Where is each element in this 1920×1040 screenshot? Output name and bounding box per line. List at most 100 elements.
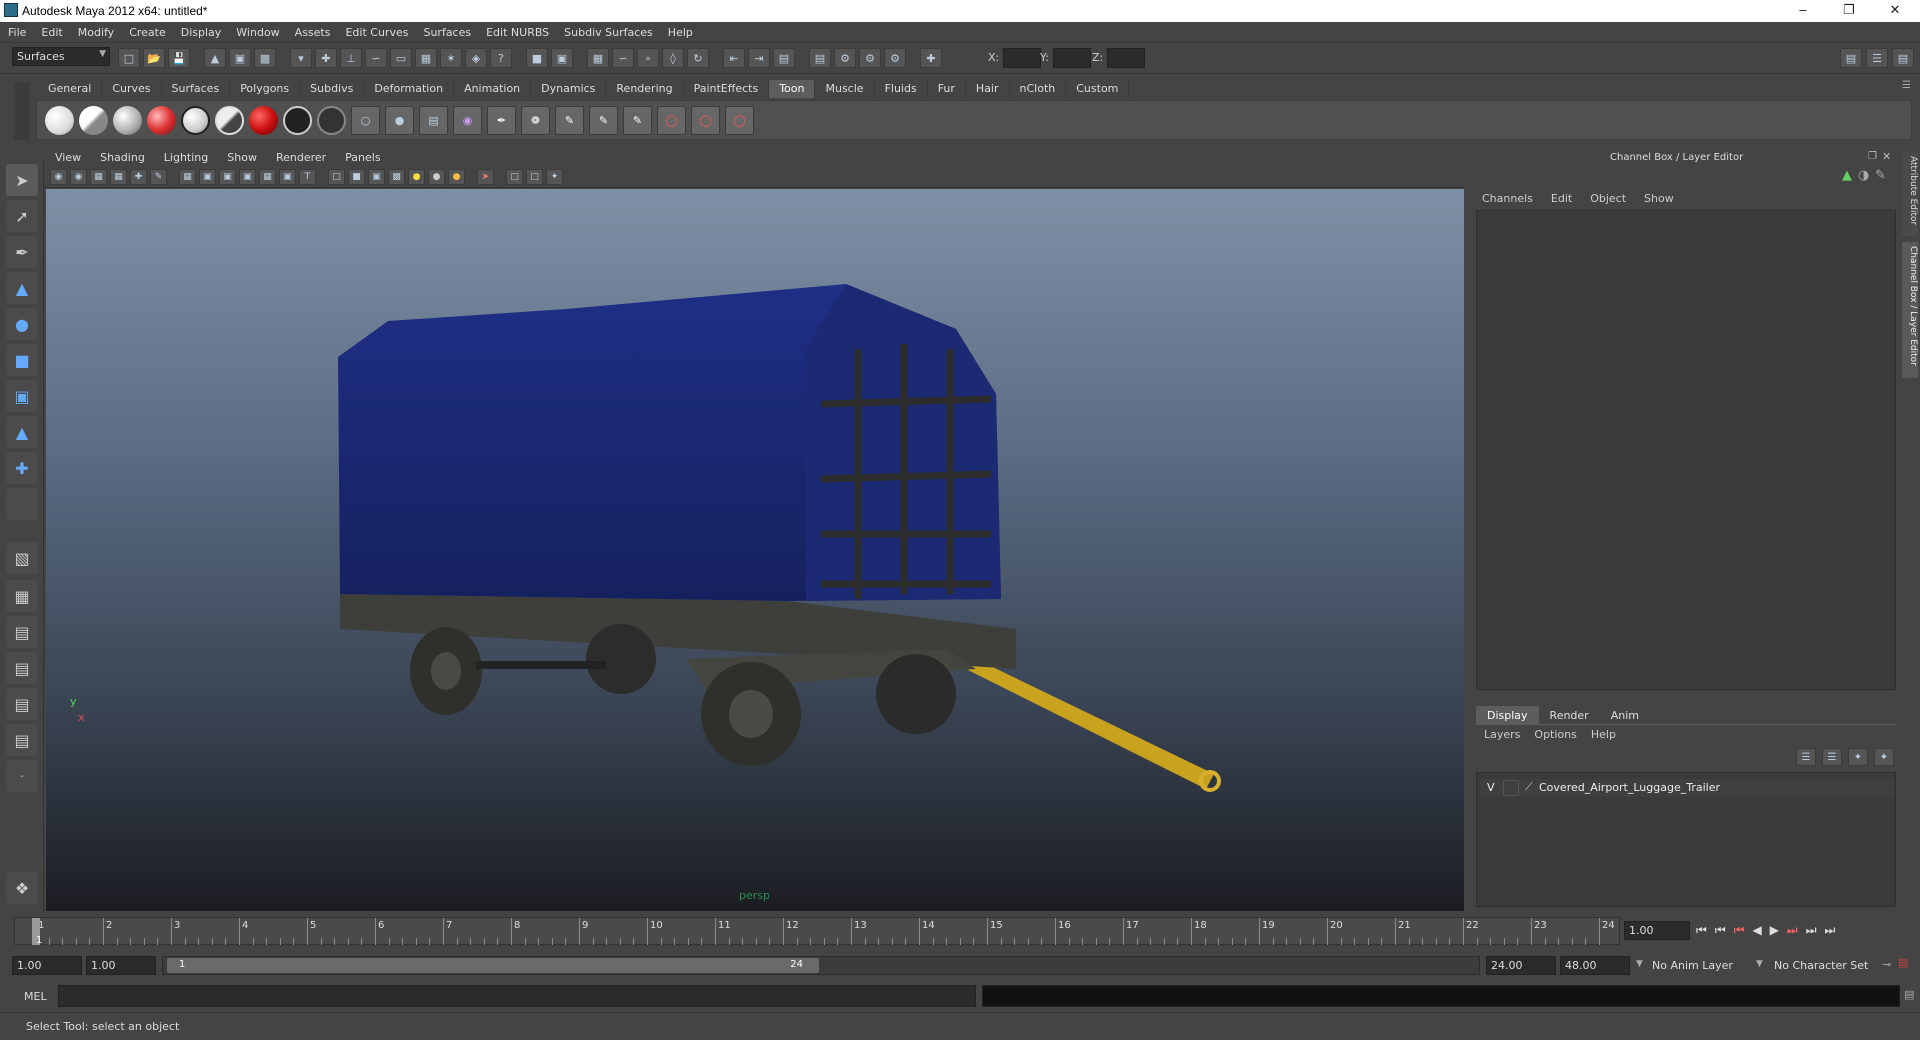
select-camera-icon[interactable]: ◉ <box>50 169 67 185</box>
perspective-viewport[interactable]: y x persp <box>46 189 1464 911</box>
select-dynamics-icon[interactable]: ✶ <box>440 48 462 68</box>
panel-menu-shading[interactable]: Shading <box>89 148 153 164</box>
select-deformers-icon[interactable]: ▦ <box>415 48 437 68</box>
attribute-editor-side-tab[interactable]: Attribute Editor <box>1902 152 1918 236</box>
xray-joints-icon[interactable]: □ <box>526 169 543 185</box>
new-layer-icon[interactable]: ✦ <box>1848 748 1868 766</box>
y-field[interactable] <box>1052 48 1091 68</box>
gate-mask-icon[interactable]: ▣ <box>239 169 256 185</box>
lock-selection-icon[interactable]: ■ <box>526 48 548 68</box>
play-forwards-icon[interactable]: ▶ <box>1770 923 1779 938</box>
safe-title-icon[interactable]: T <box>299 169 316 185</box>
command-input[interactable] <box>58 985 976 1007</box>
toon-rim-light-icon[interactable] <box>249 105 278 135</box>
shelf-tab-dynamics[interactable]: Dynamics <box>531 80 607 98</box>
toon-brush-2-icon[interactable]: ❁ <box>521 105 550 135</box>
grid-icon[interactable]: ▦ <box>179 169 196 185</box>
panel-menu-renderer[interactable]: Renderer <box>265 148 334 164</box>
grease-pencil-icon[interactable]: ✎ <box>150 169 167 185</box>
menu-surfaces[interactable]: Surfaces <box>415 22 478 39</box>
time-slider-track[interactable]: 1 2 3 4 5 6 7 8 9 10 11 12 13 14 15 16 17 18 19 20 21 22 23 24 <box>14 917 1620 945</box>
ipr-render-icon[interactable]: ⚙ <box>859 48 881 68</box>
channel-menu-channels[interactable]: Channels <box>1482 192 1533 205</box>
channel-box-options-icon[interactable]: ◑ <box>1858 168 1869 183</box>
x-field[interactable] <box>1003 48 1042 68</box>
reverse-normals-icon[interactable]: ▤ <box>419 105 448 135</box>
close-dock-icon[interactable]: ✕ <box>1882 150 1891 163</box>
toon-xray-icon[interactable] <box>283 105 312 135</box>
char-set-dropdown-arrow-icon[interactable]: ▼ <box>1756 959 1763 969</box>
shadows-icon[interactable]: ● <box>428 169 445 185</box>
move-layer-down-icon[interactable]: ☰ <box>1822 748 1842 766</box>
high-quality-icon[interactable]: ● <box>448 169 465 185</box>
shelf-options-icon[interactable]: ☰ <box>1902 80 1911 91</box>
toon-brush-1-icon[interactable]: ✒ <box>487 105 516 135</box>
z-field[interactable] <box>1107 48 1146 68</box>
resolution-gate-icon[interactable]: ▣ <box>219 169 236 185</box>
open-scene-icon[interactable]: 📂 <box>143 48 165 68</box>
shelf-tab-fluids[interactable]: Fluids <box>875 80 928 98</box>
manipulator-tool-icon[interactable]: ▣ <box>6 380 38 412</box>
go-to-start-icon[interactable]: ⏮ <box>1696 923 1707 938</box>
use-all-lights-icon[interactable]: ● <box>408 169 425 185</box>
anim-layer-dropdown-arrow-icon[interactable]: ▼ <box>1636 959 1643 969</box>
step-forward-frame-icon[interactable]: ⏭ <box>1787 923 1798 938</box>
menu-edit-curves[interactable]: Edit Curves <box>337 22 415 39</box>
menu-assets[interactable]: Assets <box>287 22 338 39</box>
menu-file[interactable]: File <box>0 22 33 39</box>
transform-mode-icon[interactable]: ✚ <box>920 48 942 68</box>
layer-tab-display[interactable]: Display <box>1476 706 1539 724</box>
field-chart-icon[interactable]: ▦ <box>259 169 276 185</box>
select-curves-icon[interactable]: ∽ <box>365 48 387 68</box>
playback-end-field[interactable]: 24.00 <box>1486 956 1556 975</box>
save-scene-icon[interactable]: 💾 <box>168 48 190 68</box>
playback-start-field[interactable]: 1.00 <box>86 956 156 975</box>
auto-key-icon[interactable]: ⊸ <box>1882 958 1891 971</box>
toon-brush-5-icon[interactable]: ✎ <box>623 105 652 135</box>
shelf-tab-animation[interactable]: Animation <box>454 80 532 98</box>
select-misc-icon[interactable]: ? <box>490 48 512 68</box>
current-frame-field[interactable]: 1.00 <box>1624 921 1690 940</box>
command-language-label[interactable]: MEL <box>24 990 47 1003</box>
shelf-tab-fur[interactable]: Fur <box>928 80 966 98</box>
show-manipulator-icon[interactable]: ✚ <box>6 452 38 484</box>
assign-outline-icon[interactable]: ○ <box>351 105 380 135</box>
step-back-frame-icon[interactable]: ⏮ <box>1734 923 1745 938</box>
channel-menu-edit[interactable]: Edit <box>1551 192 1572 205</box>
channel-menu-object[interactable]: Object <box>1590 192 1626 205</box>
output-ops-icon[interactable]: ⇥ <box>748 48 770 68</box>
new-scene-icon[interactable]: □ <box>118 48 140 68</box>
shelf-tab-curves[interactable]: Curves <box>102 80 162 98</box>
toon-circle-highlight-icon[interactable] <box>181 105 210 135</box>
highlight-selection-icon[interactable]: ▣ <box>551 48 573 68</box>
menu-create[interactable]: Create <box>121 22 173 39</box>
layer-row[interactable]: V ⟋ Covered_Airport_Luggage_Trailer <box>1481 779 1893 797</box>
menu-modify[interactable]: Modify <box>70 22 121 39</box>
shelf-tab-deformation[interactable]: Deformation <box>364 80 455 98</box>
remove-outline-icon[interactable]: ● <box>385 105 414 135</box>
character-set-selector[interactable]: No Character Set <box>1774 959 1868 972</box>
restore-button[interactable]: ❐ <box>1826 0 1872 22</box>
animation-start-field[interactable]: 1.00 <box>12 956 82 975</box>
toon-lips-3-icon[interactable]: ◯ <box>725 105 754 135</box>
toggle-attribute-editor-icon[interactable]: ▤ <box>1840 48 1862 68</box>
move-layer-up-icon[interactable]: ☰ <box>1796 748 1816 766</box>
toggle-channel-box-icon[interactable]: ▤ <box>1892 48 1914 68</box>
layer-tab-anim[interactable]: Anim <box>1600 706 1650 724</box>
layer-visibility-toggle[interactable]: V <box>1487 781 1495 794</box>
camera-attributes-icon[interactable]: ◉ <box>70 169 87 185</box>
select-hierarchy-icon[interactable]: ▲ <box>204 48 226 68</box>
toon-lips-1-icon[interactable]: ◯ <box>657 105 686 135</box>
layer-color-swatch[interactable]: ⟋ <box>1525 780 1533 794</box>
bookmarks-icon[interactable]: ▦ <box>90 169 107 185</box>
mask-dropdown-icon[interactable]: ▾ <box>290 48 312 68</box>
layer-menu-help[interactable]: Help <box>1591 728 1616 741</box>
select-rendering-icon[interactable]: ◈ <box>465 48 487 68</box>
toon-glossy-icon[interactable] <box>215 105 244 135</box>
toggle-tool-settings-icon[interactable]: ☰ <box>1866 48 1888 68</box>
panel-menu-show[interactable]: Show <box>216 148 265 164</box>
persp-graph-layout-icon[interactable]: ▤ <box>6 652 38 684</box>
shelf-tab-toon[interactable]: Toon <box>769 80 816 98</box>
single-perspective-layout-icon[interactable]: ▧ <box>6 542 38 574</box>
film-gate-icon[interactable]: ▣ <box>199 169 216 185</box>
